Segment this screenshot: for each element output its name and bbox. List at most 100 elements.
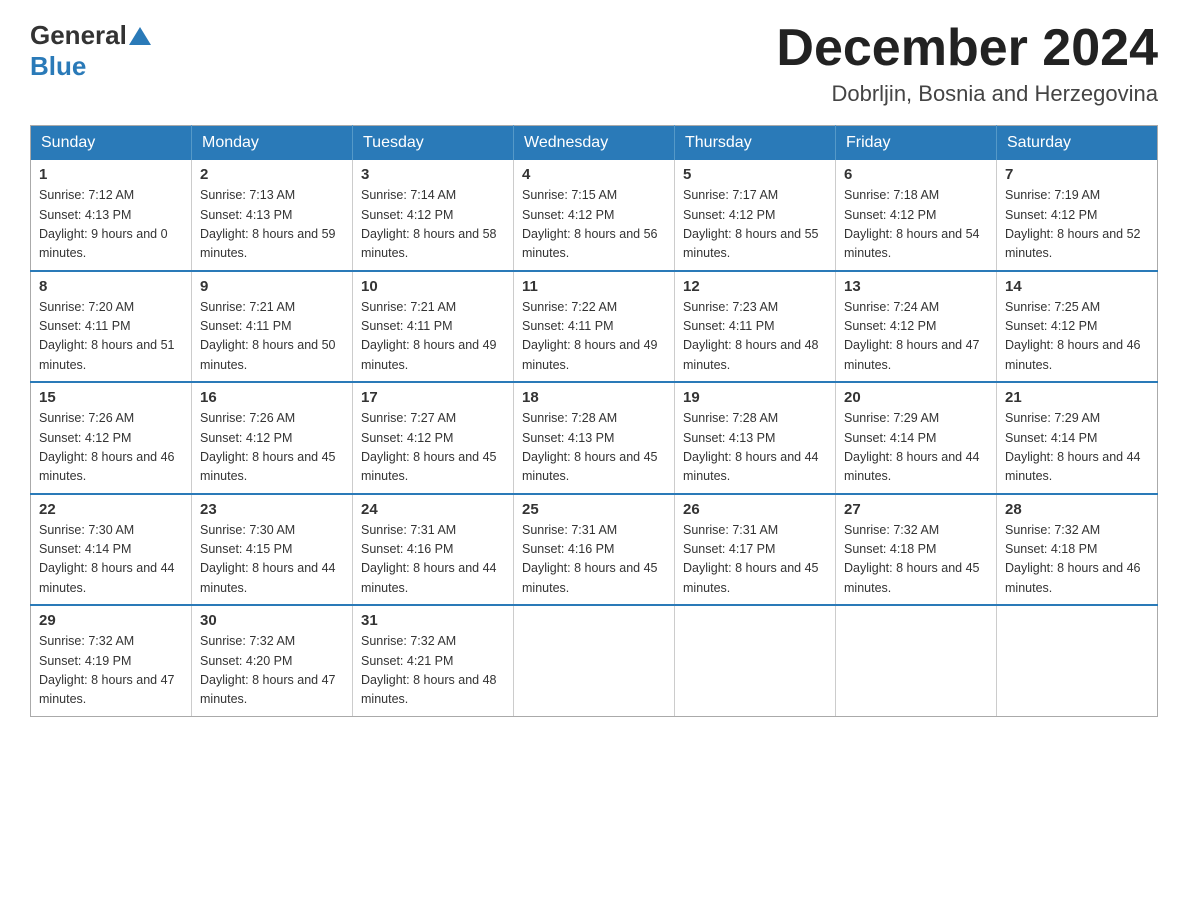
- day-number: 2: [200, 166, 344, 183]
- day-info: Sunrise: 7:30 AMSunset: 4:15 PMDaylight:…: [200, 523, 336, 595]
- day-number: 9: [200, 278, 344, 295]
- day-number: 17: [361, 389, 505, 406]
- calendar-cell: 12 Sunrise: 7:23 AMSunset: 4:11 PMDaylig…: [675, 271, 836, 383]
- calendar-cell: 24 Sunrise: 7:31 AMSunset: 4:16 PMDaylig…: [353, 494, 514, 606]
- day-number: 25: [522, 501, 666, 518]
- calendar-cell: 10 Sunrise: 7:21 AMSunset: 4:11 PMDaylig…: [353, 271, 514, 383]
- calendar-cell: 6 Sunrise: 7:18 AMSunset: 4:12 PMDayligh…: [836, 160, 997, 271]
- calendar-cell: 22 Sunrise: 7:30 AMSunset: 4:14 PMDaylig…: [31, 494, 192, 606]
- calendar-week-row: 22 Sunrise: 7:30 AMSunset: 4:14 PMDaylig…: [31, 494, 1158, 606]
- day-number: 6: [844, 166, 988, 183]
- day-info: Sunrise: 7:15 AMSunset: 4:12 PMDaylight:…: [522, 188, 658, 260]
- calendar-week-row: 1 Sunrise: 7:12 AMSunset: 4:13 PMDayligh…: [31, 160, 1158, 271]
- day-info: Sunrise: 7:23 AMSunset: 4:11 PMDaylight:…: [683, 300, 819, 372]
- calendar-cell: 5 Sunrise: 7:17 AMSunset: 4:12 PMDayligh…: [675, 160, 836, 271]
- day-info: Sunrise: 7:30 AMSunset: 4:14 PMDaylight:…: [39, 523, 175, 595]
- logo-general-text: General: [30, 20, 127, 51]
- calendar-cell: 3 Sunrise: 7:14 AMSunset: 4:12 PMDayligh…: [353, 160, 514, 271]
- day-number: 16: [200, 389, 344, 406]
- weekday-header-friday: Friday: [836, 126, 997, 161]
- calendar-cell: 1 Sunrise: 7:12 AMSunset: 4:13 PMDayligh…: [31, 160, 192, 271]
- day-number: 31: [361, 612, 505, 629]
- calendar-cell: 14 Sunrise: 7:25 AMSunset: 4:12 PMDaylig…: [997, 271, 1158, 383]
- calendar-week-row: 15 Sunrise: 7:26 AMSunset: 4:12 PMDaylig…: [31, 382, 1158, 494]
- calendar-cell: 31 Sunrise: 7:32 AMSunset: 4:21 PMDaylig…: [353, 605, 514, 716]
- calendar-cell: 25 Sunrise: 7:31 AMSunset: 4:16 PMDaylig…: [514, 494, 675, 606]
- calendar-cell: [836, 605, 997, 716]
- weekday-header-monday: Monday: [192, 126, 353, 161]
- day-number: 5: [683, 166, 827, 183]
- weekday-header-sunday: Sunday: [31, 126, 192, 161]
- day-number: 27: [844, 501, 988, 518]
- day-info: Sunrise: 7:19 AMSunset: 4:12 PMDaylight:…: [1005, 188, 1141, 260]
- day-info: Sunrise: 7:24 AMSunset: 4:12 PMDaylight:…: [844, 300, 980, 372]
- day-info: Sunrise: 7:32 AMSunset: 4:21 PMDaylight:…: [361, 634, 497, 706]
- day-number: 11: [522, 278, 666, 295]
- day-number: 19: [683, 389, 827, 406]
- day-number: 4: [522, 166, 666, 183]
- calendar-cell: 4 Sunrise: 7:15 AMSunset: 4:12 PMDayligh…: [514, 160, 675, 271]
- day-info: Sunrise: 7:13 AMSunset: 4:13 PMDaylight:…: [200, 188, 336, 260]
- calendar-cell: 20 Sunrise: 7:29 AMSunset: 4:14 PMDaylig…: [836, 382, 997, 494]
- calendar-cell: 30 Sunrise: 7:32 AMSunset: 4:20 PMDaylig…: [192, 605, 353, 716]
- day-number: 10: [361, 278, 505, 295]
- day-number: 20: [844, 389, 988, 406]
- logo-blue-text: Blue: [30, 51, 86, 82]
- logo-icon: [129, 25, 151, 47]
- calendar-cell: 23 Sunrise: 7:30 AMSunset: 4:15 PMDaylig…: [192, 494, 353, 606]
- calendar-cell: 2 Sunrise: 7:13 AMSunset: 4:13 PMDayligh…: [192, 160, 353, 271]
- weekday-header-saturday: Saturday: [997, 126, 1158, 161]
- day-info: Sunrise: 7:21 AMSunset: 4:11 PMDaylight:…: [361, 300, 497, 372]
- weekday-header-wednesday: Wednesday: [514, 126, 675, 161]
- day-info: Sunrise: 7:31 AMSunset: 4:16 PMDaylight:…: [522, 523, 658, 595]
- day-info: Sunrise: 7:21 AMSunset: 4:11 PMDaylight:…: [200, 300, 336, 372]
- logo: General Blue: [30, 20, 151, 82]
- day-info: Sunrise: 7:25 AMSunset: 4:12 PMDaylight:…: [1005, 300, 1141, 372]
- calendar-cell: 11 Sunrise: 7:22 AMSunset: 4:11 PMDaylig…: [514, 271, 675, 383]
- day-number: 8: [39, 278, 183, 295]
- calendar-cell: 9 Sunrise: 7:21 AMSunset: 4:11 PMDayligh…: [192, 271, 353, 383]
- day-number: 7: [1005, 166, 1149, 183]
- day-number: 23: [200, 501, 344, 518]
- calendar-table: SundayMondayTuesdayWednesdayThursdayFrid…: [30, 125, 1158, 717]
- day-info: Sunrise: 7:22 AMSunset: 4:11 PMDaylight:…: [522, 300, 658, 372]
- day-number: 28: [1005, 501, 1149, 518]
- day-number: 13: [844, 278, 988, 295]
- day-info: Sunrise: 7:14 AMSunset: 4:12 PMDaylight:…: [361, 188, 497, 260]
- calendar-cell: 18 Sunrise: 7:28 AMSunset: 4:13 PMDaylig…: [514, 382, 675, 494]
- day-info: Sunrise: 7:20 AMSunset: 4:11 PMDaylight:…: [39, 300, 175, 372]
- day-number: 29: [39, 612, 183, 629]
- day-info: Sunrise: 7:29 AMSunset: 4:14 PMDaylight:…: [844, 411, 980, 483]
- calendar-cell: 19 Sunrise: 7:28 AMSunset: 4:13 PMDaylig…: [675, 382, 836, 494]
- day-number: 22: [39, 501, 183, 518]
- location-title: Dobrljin, Bosnia and Herzegovina: [776, 81, 1158, 107]
- day-info: Sunrise: 7:26 AMSunset: 4:12 PMDaylight:…: [39, 411, 175, 483]
- calendar-cell: 15 Sunrise: 7:26 AMSunset: 4:12 PMDaylig…: [31, 382, 192, 494]
- weekday-header-tuesday: Tuesday: [353, 126, 514, 161]
- day-info: Sunrise: 7:17 AMSunset: 4:12 PMDaylight:…: [683, 188, 819, 260]
- calendar-cell: 17 Sunrise: 7:27 AMSunset: 4:12 PMDaylig…: [353, 382, 514, 494]
- title-area: December 2024 Dobrljin, Bosnia and Herze…: [776, 20, 1158, 107]
- day-info: Sunrise: 7:32 AMSunset: 4:20 PMDaylight:…: [200, 634, 336, 706]
- calendar-cell: 8 Sunrise: 7:20 AMSunset: 4:11 PMDayligh…: [31, 271, 192, 383]
- weekday-header-thursday: Thursday: [675, 126, 836, 161]
- day-info: Sunrise: 7:27 AMSunset: 4:12 PMDaylight:…: [361, 411, 497, 483]
- day-info: Sunrise: 7:28 AMSunset: 4:13 PMDaylight:…: [522, 411, 658, 483]
- calendar-cell: [997, 605, 1158, 716]
- day-number: 12: [683, 278, 827, 295]
- page-header: General Blue December 2024 Dobrljin, Bos…: [30, 20, 1158, 107]
- calendar-cell: 7 Sunrise: 7:19 AMSunset: 4:12 PMDayligh…: [997, 160, 1158, 271]
- day-number: 26: [683, 501, 827, 518]
- calendar-cell: 16 Sunrise: 7:26 AMSunset: 4:12 PMDaylig…: [192, 382, 353, 494]
- day-info: Sunrise: 7:12 AMSunset: 4:13 PMDaylight:…: [39, 188, 168, 260]
- day-number: 14: [1005, 278, 1149, 295]
- day-info: Sunrise: 7:18 AMSunset: 4:12 PMDaylight:…: [844, 188, 980, 260]
- calendar-cell: 29 Sunrise: 7:32 AMSunset: 4:19 PMDaylig…: [31, 605, 192, 716]
- month-title: December 2024: [776, 20, 1158, 77]
- calendar-cell: 13 Sunrise: 7:24 AMSunset: 4:12 PMDaylig…: [836, 271, 997, 383]
- weekday-header-row: SundayMondayTuesdayWednesdayThursdayFrid…: [31, 126, 1158, 161]
- day-number: 3: [361, 166, 505, 183]
- day-number: 21: [1005, 389, 1149, 406]
- day-number: 30: [200, 612, 344, 629]
- calendar-cell: [675, 605, 836, 716]
